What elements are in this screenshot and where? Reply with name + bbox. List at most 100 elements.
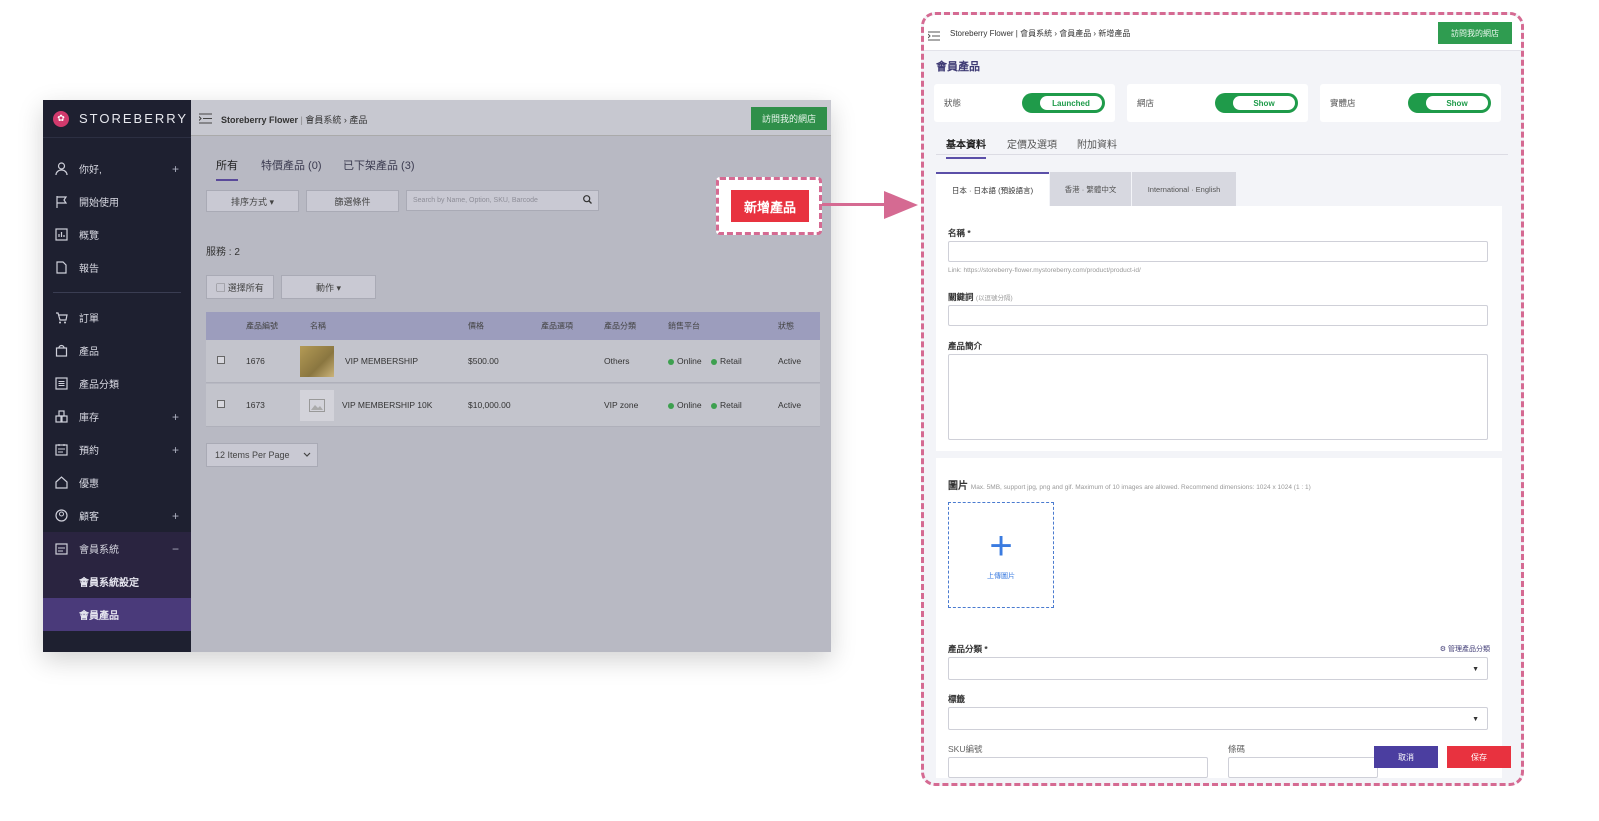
per-page-value: 12 Items Per Page [215,450,290,460]
sidebar-item-overview[interactable]: 概覽 [43,218,191,251]
brand-name: STOREBERRY [79,111,189,126]
barcode-label: 條碼 [1228,744,1246,754]
col-product-id[interactable]: 產品編號 [246,321,278,332]
upload-image-button[interactable]: + 上傳圖片 [948,502,1054,608]
membership-icon [53,541,69,557]
table-row[interactable]: 1676 VIP MEMBERSHIP $500.00 Others Onlin… [206,340,820,383]
col-name[interactable]: 名稱 [310,321,326,332]
chevron-down-icon [303,450,311,460]
status-dot-icon [711,358,717,365]
sidebar-subitem-membership-settings[interactable]: 會員系統設定 [43,565,191,598]
list-icon [53,376,69,392]
tab-basic-info[interactable]: 基本資料 [946,136,986,159]
actions-button[interactable]: 動作 ▾ [281,275,376,299]
sidebar-item-products[interactable]: 產品 [43,334,191,367]
tags-select[interactable]: ▼ [948,707,1488,730]
manage-categories-link[interactable]: ⚙ 管理產品分類 [1440,644,1490,654]
sidebar-subitem-member-products[interactable]: 會員產品 [43,598,191,631]
sidebar-item-label: 預約 [79,446,99,457]
arrow-line [822,203,890,206]
visit-store-button[interactable]: 訪問我的網店 [1438,22,1512,44]
search-input[interactable]: Search by Name, Option, SKU, Barcode [406,190,599,211]
row-name[interactable]: VIP MEMBERSHIP 10K [342,400,432,410]
add-product-button[interactable]: 新增產品 [731,190,809,222]
keyword-input[interactable] [948,305,1488,326]
sidebar-item-orders[interactable]: 訂單 [43,301,191,334]
tab-additional-info[interactable]: 附加資料 [1077,136,1117,151]
sidebar-item-label: 報告 [79,264,99,275]
menu-toggle-icon[interactable] [927,28,940,46]
webstore-toggle[interactable]: Show [1215,93,1298,113]
status-card-status: 狀態 Launched [934,84,1115,122]
table-row[interactable]: 1673 VIP MEMBERSHIP 10K $10,000.00 VIP z… [206,384,820,427]
add-product-form-screenshot: Storeberry Flower | 會員系統 › 會員產品 › 新增產品 訪… [921,12,1524,786]
collapse-icon[interactable]: − [172,542,179,556]
launch-toggle[interactable]: Launched [1022,93,1105,113]
filter-button[interactable]: 篩選條件 [306,190,399,212]
expand-icon[interactable]: + [172,410,179,424]
save-button[interactable]: 保存 [1447,746,1511,768]
table-header: 產品編號 名稱 價格 產品選項 產品分類 銷售平台 狀態 [206,312,820,340]
row-id: 1676 [246,356,265,366]
description-textarea[interactable] [948,354,1488,440]
menu-toggle-icon[interactable] [198,111,212,129]
barcode-input[interactable] [1228,757,1378,778]
keyword-label: 關鍵詞 (以逗號分隔) [948,292,1013,302]
expand-icon[interactable]: + [172,443,179,457]
top-bar: Storeberry Flower | 會員系統 › 會員產品 › 新增產品 訪… [924,15,1521,51]
tab-sale-products[interactable]: 特價產品 (0) [261,157,322,173]
expand-icon[interactable]: + [172,162,179,176]
sidebar-item-categories[interactable]: 產品分類 [43,367,191,400]
breadcrumb-path[interactable]: 會員系統 › 產品 [305,115,367,125]
sidebar-item-label: 開始使用 [79,198,119,209]
lang-tab-english[interactable]: International · English [1132,172,1236,206]
sku-input[interactable] [948,757,1208,778]
channel-online: Online [668,356,702,366]
col-category: 產品分類 [604,321,636,331]
tab-unlisted-products[interactable]: 已下架產品 (3) [343,157,415,173]
description-label: 產品簡介 [948,341,983,351]
document-icon [53,260,69,276]
sort-button[interactable]: 排序方式 ▾ [206,190,299,212]
brand-logo[interactable]: ✿ STOREBERRY [43,100,191,138]
expand-icon[interactable]: + [172,509,179,523]
sidebar-item-membership[interactable]: 會員系統 − [43,532,191,565]
search-icon[interactable] [583,195,592,206]
row-name[interactable]: VIP MEMBERSHIP [345,356,418,366]
row-checkbox[interactable] [217,400,225,410]
channel-online: Online [668,400,702,410]
sidebar-item-offers[interactable]: 優惠 [43,466,191,499]
basic-info-card: 名稱 * Link: https://storeberry-flower.mys… [936,206,1502,451]
row-checkbox[interactable] [217,356,225,366]
col-price[interactable]: 價格 [468,321,484,332]
customer-icon [53,508,69,524]
select-all-button[interactable]: ▢ 選擇所有 [206,275,274,299]
visit-store-button[interactable]: 訪問我的網店 [751,107,827,130]
tab-all[interactable]: 所有 [216,157,238,181]
category-select[interactable]: ▼ [948,657,1488,680]
sku-label: SKU編號 [948,744,983,754]
sidebar-item-label: 庫存 [79,413,99,424]
sidebar-item-customers[interactable]: 顧客 + [43,499,191,532]
lang-tab-chinese[interactable]: 香港 · 繁體中文 [1050,172,1131,206]
sidebar-item-get-started[interactable]: 開始使用 [43,185,191,218]
breadcrumb-separator: | [300,115,303,125]
sidebar-item-hello[interactable]: 你好, + [43,152,191,185]
item-count: 服務 : 2 [206,247,240,258]
membership-group: 會員系統 − 會員系統設定 會員產品 [43,532,191,631]
sidebar-item-inventory[interactable]: 庫存 + [43,400,191,433]
per-page-select[interactable]: 12 Items Per Page [206,443,318,467]
sidebar-item-label: 顧客 [79,512,99,523]
breadcrumb[interactable]: Storeberry Flower | 會員系統 › 會員產品 › 新增產品 [950,28,1130,39]
tab-divider [936,154,1508,155]
lang-tab-japanese[interactable]: 日本 · 日本語 (預設語言) [936,172,1049,206]
user-icon [53,161,69,177]
sidebar-item-booking[interactable]: 預約 + [43,433,191,466]
name-input[interactable] [948,241,1488,262]
retail-toggle[interactable]: Show [1408,93,1491,113]
product-thumbnail [300,346,334,377]
tab-pricing-options[interactable]: 定價及選項 [1007,136,1057,151]
sidebar-item-reports[interactable]: 報告 [43,251,191,284]
breadcrumb-store[interactable]: Storeberry Flower [221,115,298,125]
cancel-button[interactable]: 取消 [1374,746,1438,768]
